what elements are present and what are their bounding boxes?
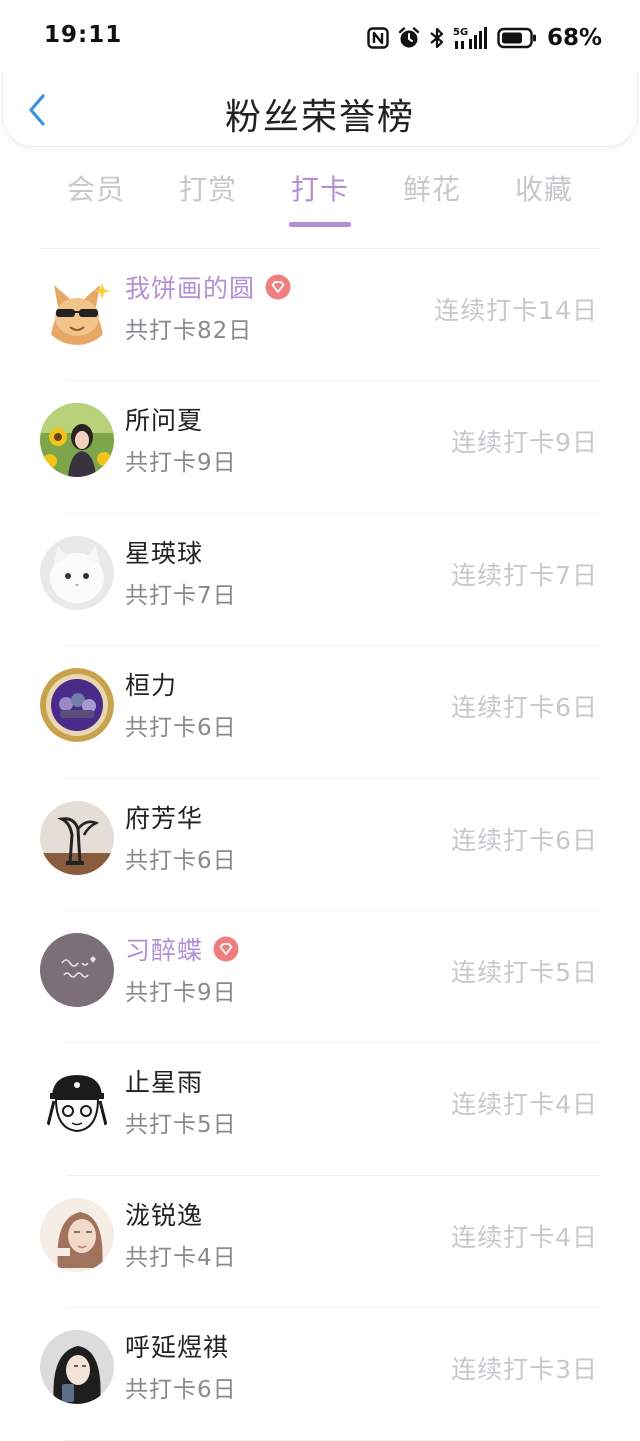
avatar[interactable] — [40, 800, 114, 875]
total-checkin-days: 共打卡6日 — [125, 847, 237, 874]
user-name[interactable]: 桓力 — [125, 666, 177, 702]
avatar[interactable] — [40, 1197, 114, 1272]
streak-days: 连续打卡4日 — [451, 1090, 598, 1120]
name-line: 府芳华 — [125, 799, 203, 835]
streak-days: 连续打卡7日 — [451, 560, 598, 590]
user-name[interactable]: 止星雨 — [125, 1063, 203, 1099]
name-line: 呼延煜祺 — [125, 1328, 229, 1364]
user-name[interactable]: 泷锐逸 — [125, 1196, 203, 1232]
streak-days: 连续打卡6日 — [451, 693, 598, 723]
total-checkin-days: 共打卡6日 — [125, 715, 237, 742]
status-bar: 19:11 5G 68% — [0, 0, 640, 78]
page-title: 粉丝荣誉榜 — [224, 97, 415, 138]
total-checkin-days: 共打卡7日 — [125, 582, 237, 609]
avatar[interactable] — [40, 271, 114, 345]
tab-favorites[interactable]: 收藏 — [488, 168, 600, 232]
status-icons: 5G 68% — [367, 22, 602, 54]
fan-list: 我饼画的圆 共打卡82日 连续打卡14日 所问夏 共打卡9日 连续打卡9日 星瑛… — [0, 249, 640, 1441]
streak-days: 连续打卡6日 — [451, 825, 598, 855]
streak-days: 连续打卡4日 — [451, 1222, 598, 1252]
name-line: 星瑛球 — [125, 534, 203, 570]
name-line: 所问夏 — [125, 401, 203, 437]
streak-days: 连续打卡3日 — [451, 1355, 598, 1385]
streak-days: 连续打卡14日 — [434, 296, 598, 325]
streak-days: 连续打卡9日 — [451, 428, 598, 458]
battery-percent: 68% — [546, 25, 602, 51]
diamond-badge-icon — [265, 274, 291, 300]
name-line: 止星雨 — [125, 1063, 203, 1099]
streak-days: 连续打卡5日 — [451, 957, 598, 987]
total-checkin-days: 共打卡4日 — [125, 1244, 237, 1271]
tab-flowers[interactable]: 鲜花 — [376, 168, 488, 232]
avatar[interactable] — [40, 535, 114, 610]
status-time: 19:11 — [44, 22, 123, 48]
name-line: 习醉蝶 — [125, 931, 239, 967]
battery-icon — [497, 27, 537, 49]
name-line: 泷锐逸 — [125, 1196, 203, 1232]
user-name[interactable]: 习醉蝶 — [125, 931, 203, 967]
alarm-icon — [397, 26, 421, 50]
list-item[interactable]: 止星雨 共打卡5日 连续打卡4日 — [0, 1043, 640, 1177]
list-item[interactable]: 府芳华 共打卡6日 连续打卡6日 — [0, 779, 640, 912]
total-checkin-days: 共打卡82日 — [125, 318, 253, 344]
avatar[interactable] — [40, 932, 114, 1007]
total-checkin-days: 共打卡6日 — [125, 1377, 237, 1404]
user-name[interactable]: 呼延煜祺 — [125, 1328, 229, 1364]
total-checkin-days: 共打卡5日 — [125, 1112, 237, 1139]
avatar[interactable] — [40, 668, 114, 743]
user-name[interactable]: 我饼画的圆 — [125, 269, 255, 305]
signal-5g-icon: 5G — [453, 25, 489, 51]
total-checkin-days: 共打卡9日 — [125, 450, 237, 477]
name-line: 桓力 — [125, 666, 177, 702]
name-line: 我饼画的圆 — [125, 269, 291, 305]
avatar[interactable] — [40, 1065, 114, 1140]
avatar[interactable] — [40, 403, 114, 478]
tab-checkin[interactable]: 打卡 — [264, 168, 376, 232]
list-item[interactable]: 桓力 共打卡6日 连续打卡6日 — [0, 646, 640, 779]
tab-tips[interactable]: 打赏 — [152, 168, 264, 232]
tab-bar: 会员 打赏 打卡 鲜花 收藏 — [40, 168, 600, 232]
header: 粉丝荣誉榜 — [2, 72, 638, 147]
list-item[interactable]: 泷锐逸 共打卡4日 连续打卡4日 — [0, 1176, 640, 1309]
list-item[interactable]: 习醉蝶 共打卡9日 连续打卡5日 — [0, 911, 640, 1044]
user-name[interactable]: 所问夏 — [125, 401, 203, 437]
total-checkin-days: 共打卡9日 — [125, 979, 237, 1006]
network-label: 5G — [453, 27, 468, 38]
nfc-icon — [367, 27, 389, 49]
user-name[interactable]: 府芳华 — [125, 799, 203, 835]
list-item[interactable]: 我饼画的圆 共打卡82日 连续打卡14日 — [0, 249, 640, 382]
user-name[interactable]: 星瑛球 — [125, 534, 203, 570]
tab-membership[interactable]: 会员 — [40, 168, 152, 232]
diamond-badge-icon — [213, 936, 239, 962]
list-item[interactable]: 所问夏 共打卡9日 连续打卡9日 — [0, 381, 640, 515]
bluetooth-icon — [429, 26, 445, 50]
avatar[interactable] — [40, 1330, 114, 1405]
list-item[interactable]: 星瑛球 共打卡7日 连续打卡7日 — [0, 514, 640, 647]
